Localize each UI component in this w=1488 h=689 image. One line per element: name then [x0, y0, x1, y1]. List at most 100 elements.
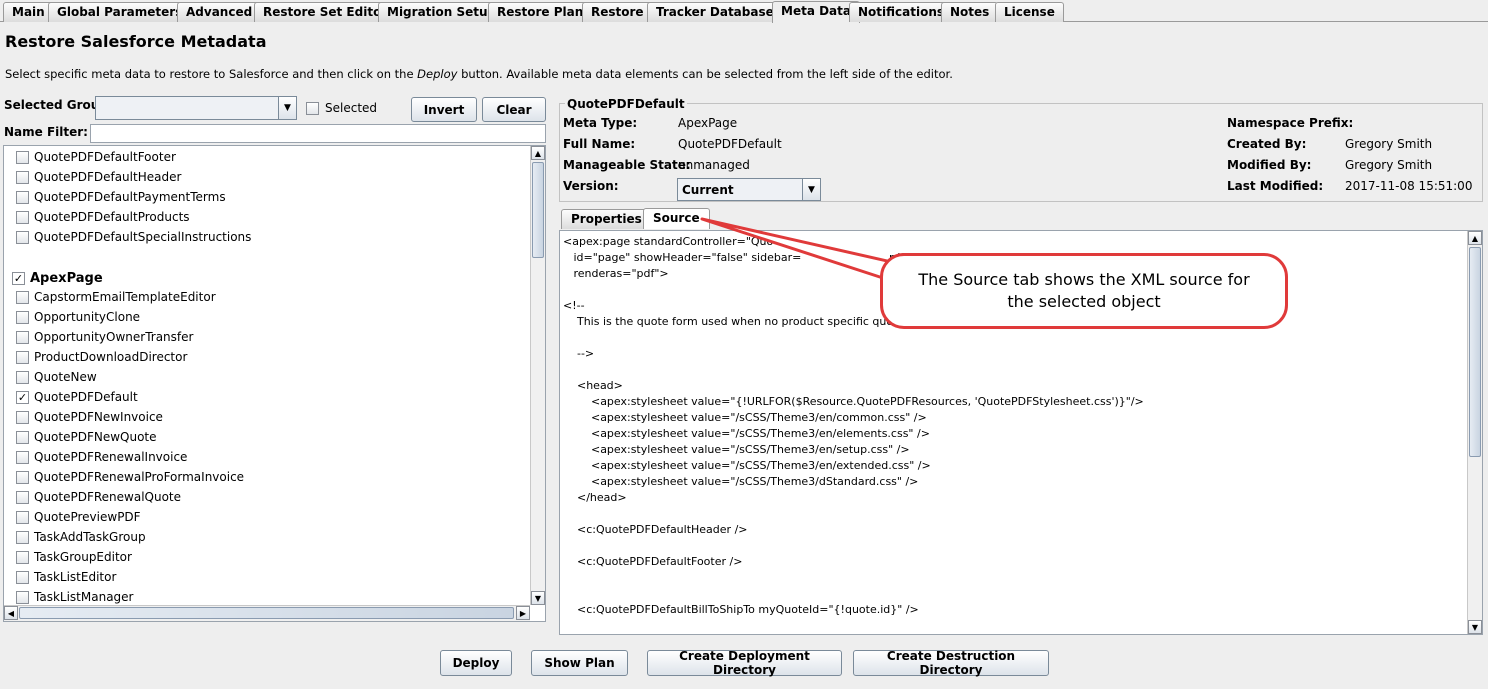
modified-by-value: Gregory Smith [1345, 158, 1433, 172]
create-destruction-directory-button[interactable]: Create Destruction Directory [853, 649, 1049, 677]
list-item[interactable]: QuotePDFNewQuote [16, 427, 157, 447]
source-line: <c:QuotePDFDefaultFooter /> [563, 555, 743, 568]
name-filter-label: Name Filter: [4, 125, 88, 139]
scroll-thumb[interactable] [532, 162, 544, 258]
tab-restore[interactable]: Restore [582, 2, 653, 22]
list-item[interactable]: TaskListEditor [16, 567, 116, 587]
list-item[interactable]: QuotePDFRenewalQuote [16, 487, 181, 507]
list-item[interactable]: ProductDownloadDirector [16, 347, 187, 367]
check-icon[interactable]: ✓ [16, 390, 29, 404]
list-item[interactable]: QuoteNew [16, 367, 97, 387]
checkbox-icon[interactable] [16, 470, 29, 484]
tab-tracker-database[interactable]: Tracker Database [647, 2, 783, 22]
invert-button[interactable]: Invert [411, 97, 477, 122]
list-item-label: QuotePDFDefaultFooter [34, 150, 176, 164]
list-item[interactable]: QuotePDFDefaultProducts [16, 207, 190, 227]
list-item[interactable]: QuotePDFDefaultHeader [16, 167, 181, 187]
name-filter-input[interactable] [90, 124, 546, 143]
tab-license[interactable]: License [995, 2, 1064, 22]
checkbox-icon[interactable] [16, 450, 29, 464]
scroll-right-icon[interactable]: ▶ [516, 606, 530, 620]
scroll-left-icon[interactable]: ◀ [4, 606, 18, 620]
create-deployment-directory-button[interactable]: Create Deployment Directory [647, 649, 842, 677]
version-dropdown[interactable]: Current ▼ [677, 178, 821, 201]
chevron-down-icon[interactable]: ▼ [278, 97, 296, 119]
panel-splitter[interactable] [550, 95, 555, 640]
tab-advanced[interactable]: Advanced [177, 2, 262, 22]
checkbox-icon[interactable] [16, 330, 29, 344]
checkbox-icon[interactable] [16, 150, 29, 164]
clear-button[interactable]: Clear [482, 97, 546, 122]
list-item[interactable]: OpportunityOwnerTransfer [16, 327, 193, 347]
list-item-label: ProductDownloadDirector [34, 350, 188, 364]
tab-notes[interactable]: Notes [941, 2, 999, 22]
scroll-up-icon[interactable]: ▲ [1468, 231, 1482, 245]
group-apexpage[interactable]: ✓ ApexPage [12, 268, 103, 288]
created-by-value: Gregory Smith [1345, 137, 1433, 151]
last-modified-label: Last Modified: [1227, 179, 1324, 193]
list-item[interactable]: QuotePDFRenewalInvoice [16, 447, 187, 467]
source-line: <!-- [563, 299, 585, 312]
list-item[interactable]: QuotePDFDefaultPaymentTerms [16, 187, 226, 207]
tab-main[interactable]: Main [3, 2, 54, 22]
tab-restore-plan[interactable]: Restore Plan [488, 2, 593, 22]
check-icon[interactable]: ✓ [12, 271, 25, 285]
page-description-end: button. Available meta data elements can… [457, 67, 953, 81]
namespace-prefix-label: Namespace Prefix: [1227, 116, 1354, 130]
checkbox-icon[interactable] [16, 210, 29, 224]
tab-migration-setup[interactable]: Migration Setup [378, 2, 506, 22]
list-item[interactable]: TaskAddTaskGroup [16, 527, 146, 547]
list-item[interactable]: QuotePDFDefaultSpecialInstructions [16, 227, 251, 247]
show-plan-button[interactable]: Show Plan [531, 650, 628, 676]
tab-meta-data[interactable]: Meta Data [772, 1, 860, 23]
list-item-label: TaskGroupEditor [34, 550, 132, 564]
checkbox-icon[interactable] [16, 190, 29, 204]
checkbox-icon[interactable] [16, 230, 29, 244]
checkbox-icon[interactable] [16, 410, 29, 424]
checkbox-icon[interactable] [16, 170, 29, 184]
list-horizontal-scrollbar[interactable]: ◀ ▶ [4, 605, 530, 621]
checkbox-icon[interactable] [16, 550, 29, 564]
list-item[interactable]: QuotePDFRenewalProFormaInvoice [16, 467, 244, 487]
source-vertical-scrollbar[interactable]: ▲ ▼ [1467, 231, 1482, 634]
list-item[interactable]: OpportunityClone [16, 307, 140, 327]
selected-checkbox[interactable]: Selected [306, 101, 377, 115]
checkbox-icon[interactable] [306, 101, 319, 115]
checkbox-icon[interactable] [16, 570, 29, 584]
checkbox-icon[interactable] [16, 590, 29, 604]
deploy-button[interactable]: Deploy [440, 650, 512, 676]
tab-global-parameters[interactable]: Global Parameters [48, 2, 192, 22]
list-item[interactable]: QuotePDFDefaultFooter [16, 147, 176, 167]
checkbox-icon[interactable] [16, 310, 29, 324]
scroll-down-icon[interactable]: ▼ [531, 591, 545, 605]
tab-properties[interactable]: Properties [561, 209, 652, 229]
chevron-down-icon[interactable]: ▼ [802, 179, 820, 200]
page-description: Select specific meta data to restore to … [5, 67, 953, 81]
modified-by-label: Modified By: [1227, 158, 1312, 172]
checkbox-icon[interactable] [16, 290, 29, 304]
scroll-down-icon[interactable]: ▼ [1468, 620, 1482, 634]
list-item[interactable]: TaskListManager [16, 587, 133, 607]
checkbox-icon[interactable] [16, 490, 29, 504]
list-item[interactable]: CapstormEmailTemplateEditor [16, 287, 216, 307]
checkbox-icon[interactable] [16, 530, 29, 544]
scroll-up-icon[interactable]: ▲ [531, 146, 545, 160]
full-name-label: Full Name: [563, 137, 636, 151]
tab-restore-set-editor[interactable]: Restore Set Editor [254, 2, 397, 22]
list-vertical-scrollbar[interactable]: ▲ ▼ [530, 146, 545, 605]
checkbox-icon[interactable] [16, 370, 29, 384]
selected-group-dropdown[interactable]: ▼ [95, 96, 297, 120]
list-item[interactable]: TaskGroupEditor [16, 547, 132, 567]
tab-notifications[interactable]: Notifications [849, 2, 954, 22]
list-item-label: OpportunityClone [34, 310, 141, 324]
list-item[interactable]: QuotePreviewPDF [16, 507, 141, 527]
checkbox-icon[interactable] [16, 350, 29, 364]
checkbox-icon[interactable] [16, 430, 29, 444]
list-item[interactable]: QuotePDFNewInvoice [16, 407, 163, 427]
created-by-label: Created By: [1227, 137, 1307, 151]
checkbox-icon[interactable] [16, 510, 29, 524]
scroll-thumb[interactable] [1469, 247, 1481, 457]
scroll-thumb[interactable] [19, 607, 514, 619]
source-line: <c:QuotePDFDefaultBillToShipTo myQuoteId… [563, 603, 919, 616]
list-item[interactable]: ✓ QuotePDFDefault [16, 387, 138, 407]
